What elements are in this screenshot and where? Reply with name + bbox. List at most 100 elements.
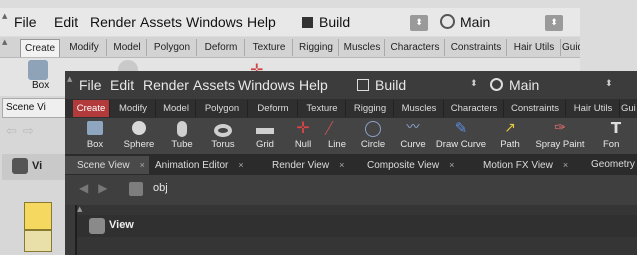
front-menu-help[interactable]: Help: [299, 77, 328, 93]
pane-tab-scene-view-label: Scene View: [77, 160, 130, 171]
back-tab-guide[interactable]: Guid: [562, 39, 580, 56]
front-menu-windows[interactable]: Windows: [238, 77, 295, 93]
back-menu-file[interactable]: File: [14, 14, 37, 30]
back-context-spinner-icon[interactable]: ⬍: [545, 15, 563, 31]
tool-spray-paint[interactable]: ✑ Spray Paint: [529, 118, 591, 154]
viewer-collapse-icon[interactable]: ▲: [77, 205, 82, 213]
collapse-arrow-icon[interactable]: ▲: [2, 12, 7, 20]
tool-null[interactable]: ✛ Null: [287, 118, 319, 154]
font-icon: T: [610, 119, 622, 137]
front-menu-render[interactable]: Render: [143, 77, 189, 93]
pane-tab-scene-view[interactable]: Scene View ×: [65, 156, 149, 174]
select-tool-icon[interactable]: [24, 202, 52, 230]
torus-icon: [214, 124, 232, 137]
back-desktop-selector[interactable]: Build: [302, 14, 350, 30]
path-icon: ↗: [504, 120, 516, 136]
tool-path[interactable]: ↗ Path: [493, 118, 527, 154]
tool-tube[interactable]: Tube: [163, 118, 201, 154]
close-icon[interactable]: ×: [140, 160, 145, 170]
tool-draw-curve[interactable]: ✎ Draw Curve: [433, 118, 489, 154]
back-tab-model[interactable]: Model: [108, 39, 147, 56]
tool-torus[interactable]: Torus: [203, 118, 243, 154]
back-menu-edit[interactable]: Edit: [54, 14, 78, 30]
back-tab-create[interactable]: Create: [20, 39, 60, 57]
front-collapse-arrow-icon[interactable]: ▲: [67, 75, 72, 83]
pane-tab-motion-fx-view[interactable]: Motion FX View ×: [483, 156, 568, 174]
pane-tab-animation-editor[interactable]: Animation Editor ×: [155, 156, 244, 174]
back-tab-modify[interactable]: Modify: [62, 39, 107, 56]
back-tab-characters[interactable]: Characters: [386, 39, 445, 56]
tool-line[interactable]: Line: [321, 118, 353, 154]
pane-tab-composite-view[interactable]: Composite View ×: [367, 156, 454, 174]
close-icon[interactable]: ×: [339, 160, 344, 170]
back-menu-assets[interactable]: Assets: [140, 14, 182, 30]
tool-box-label: Box: [86, 139, 104, 150]
back-shelf-grip-icon[interactable]: ▲: [2, 38, 7, 46]
back-context-selector[interactable]: Main: [440, 14, 490, 30]
tool-path-label: Path: [500, 139, 520, 150]
front-desktop-selector[interactable]: Build: [357, 77, 406, 93]
tool-tube-label: Tube: [171, 139, 193, 150]
front-tab-deform[interactable]: Deform: [249, 100, 298, 117]
front-context-spinner-icon[interactable]: ⬍: [605, 79, 613, 89]
tool-torus-label: Torus: [211, 139, 235, 150]
back-desktop-spinner-icon[interactable]: ⬍: [410, 15, 428, 31]
tool-sphere[interactable]: Sphere: [117, 118, 161, 154]
transform-tool-icon[interactable]: [24, 230, 52, 252]
front-desktop-spinner-icon[interactable]: ⬍: [470, 79, 478, 89]
view-icon: [12, 158, 28, 174]
front-tab-polygon[interactable]: Polygon: [197, 100, 248, 117]
back-tab-rigging[interactable]: Rigging: [294, 39, 339, 56]
front-context-icon: [490, 78, 503, 91]
pane-tab-render-view[interactable]: Render View ×: [272, 156, 344, 174]
tool-curve[interactable]: 〰 Curve: [393, 118, 433, 154]
back-menu-windows[interactable]: Windows: [186, 14, 243, 30]
front-tab-muscles[interactable]: Muscles: [395, 100, 444, 117]
front-tab-guide[interactable]: Gui: [621, 100, 637, 117]
tube-icon: [177, 121, 187, 137]
front-tab-modify[interactable]: Modify: [111, 100, 156, 117]
front-tab-constraints[interactable]: Constraints: [505, 100, 566, 117]
tool-circle[interactable]: Circle: [355, 118, 391, 154]
back-tab-muscles[interactable]: Muscles: [340, 39, 385, 56]
sphere-icon: [132, 121, 146, 135]
tool-grid[interactable]: Grid: [247, 118, 283, 154]
back-tab-deform[interactable]: Deform: [198, 39, 245, 56]
front-menu-assets[interactable]: Assets: [193, 77, 235, 93]
pane-tab-geometry-spreadsheet[interactable]: Geometry Spre: [591, 156, 637, 174]
tool-font[interactable]: T Fon: [595, 118, 637, 154]
front-menu-file[interactable]: File: [79, 77, 102, 93]
back-network-label: Vi: [32, 160, 43, 172]
close-icon[interactable]: ×: [563, 160, 568, 170]
back-nav-arrows-icon[interactable]: ⇦⇨: [6, 124, 40, 139]
front-context-label: Main: [509, 77, 540, 93]
tool-box[interactable]: Box: [77, 118, 113, 154]
back-tab-texture[interactable]: Texture: [246, 39, 293, 56]
close-icon[interactable]: ×: [238, 160, 243, 170]
front-tab-texture[interactable]: Texture: [299, 100, 346, 117]
back-menu-help[interactable]: Help: [247, 14, 276, 30]
view-icon: [89, 218, 105, 234]
tool-font-label: Fon: [603, 139, 620, 150]
box-icon[interactable]: [28, 60, 48, 80]
front-context-selector[interactable]: Main: [490, 77, 539, 93]
back-tab-polygon[interactable]: Polygon: [148, 39, 197, 56]
front-tab-create[interactable]: Create: [73, 100, 110, 117]
tool-circle-label: Circle: [360, 139, 386, 150]
close-icon[interactable]: ×: [449, 160, 454, 170]
tool-line-label: Line: [328, 139, 346, 150]
path-label[interactable]: obj: [153, 182, 168, 194]
front-menu-edit[interactable]: Edit: [110, 77, 134, 93]
tool-spray-paint-label: Spray Paint: [535, 139, 585, 150]
back-tab-hair-utils[interactable]: Hair Utils: [508, 39, 561, 56]
tool-curve-label: Curve: [400, 139, 426, 150]
front-tab-model[interactable]: Model: [157, 100, 196, 117]
front-tab-rigging[interactable]: Rigging: [347, 100, 394, 117]
nav-arrows-icon[interactable]: ◀▶: [79, 181, 117, 195]
back-menu-render[interactable]: Render: [90, 14, 136, 30]
back-shelf-tabs: ▲ Create Modify Model Polygon Deform Tex…: [0, 37, 580, 58]
front-tab-characters[interactable]: Characters: [445, 100, 504, 117]
back-tab-constraints[interactable]: Constraints: [446, 39, 507, 56]
front-tab-hair-utils[interactable]: Hair Utils: [567, 100, 620, 117]
front-scene-viewer[interactable]: ▲ View: [75, 205, 637, 255]
